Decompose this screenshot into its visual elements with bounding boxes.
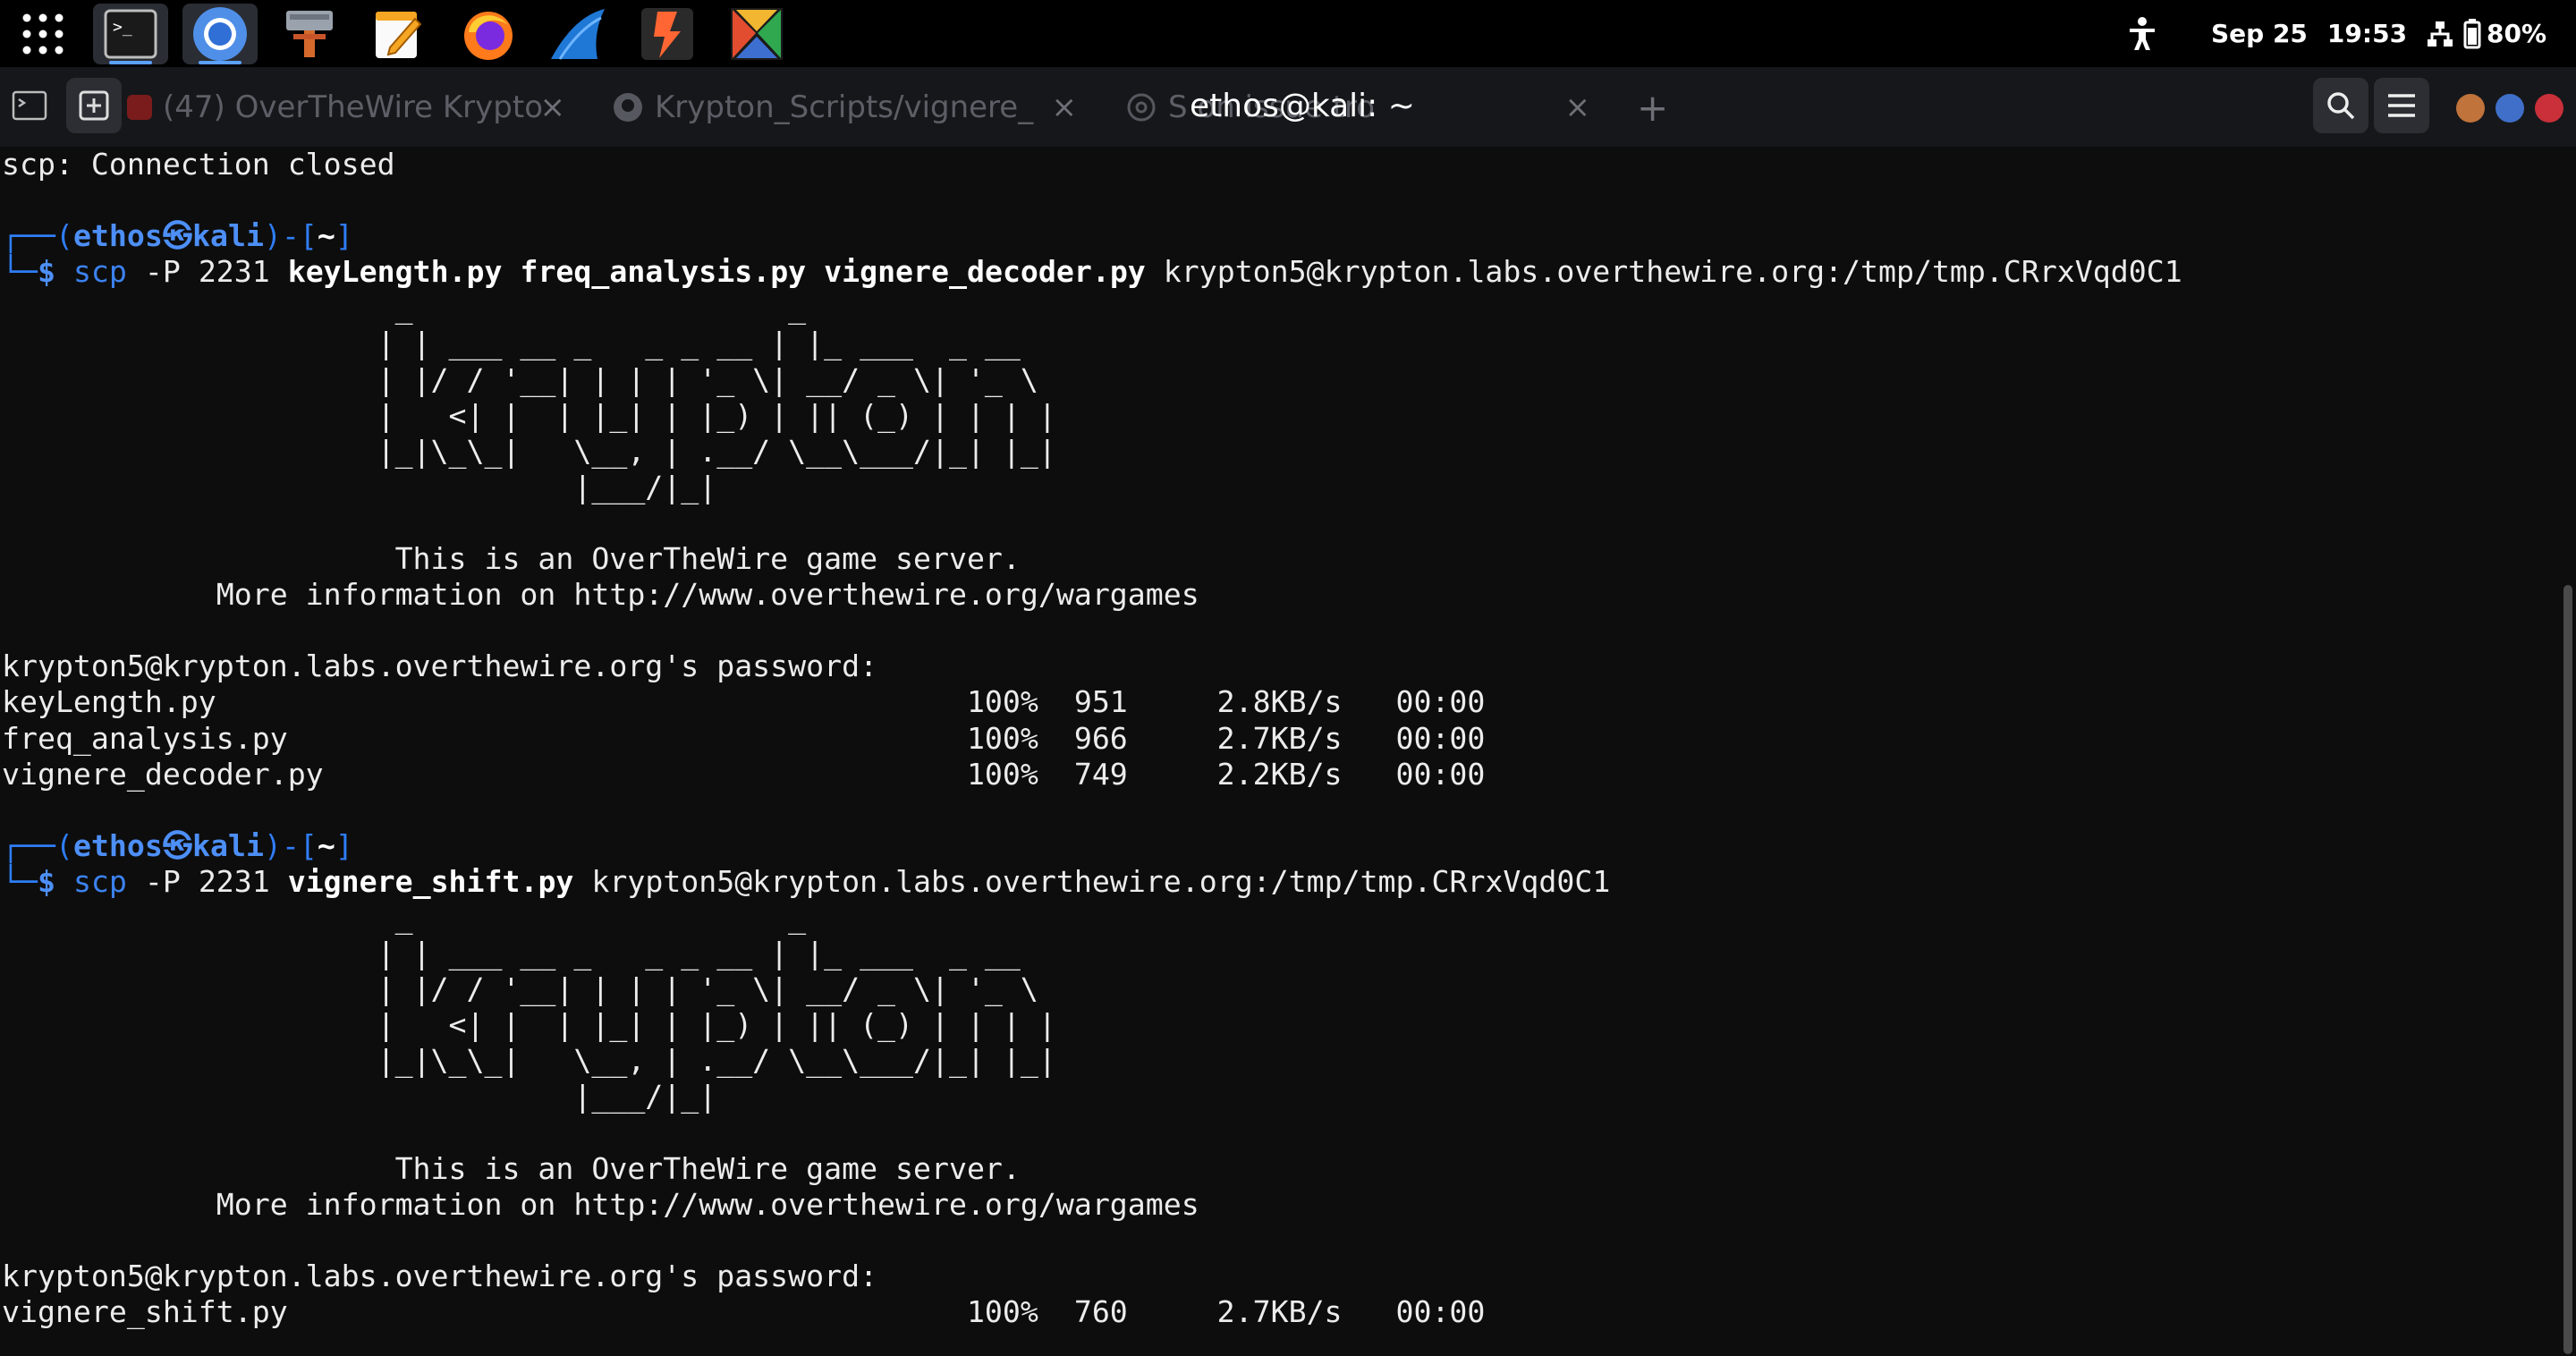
burpsuite-icon[interactable] xyxy=(630,4,705,64)
banner-line: | <| | | |_| | |_) | || (_) | | | | xyxy=(2,1007,1056,1043)
firefox-icon[interactable] xyxy=(451,4,526,64)
command-line: └─$ scp -P 2231 keyLength.py freq_analys… xyxy=(2,254,2182,290)
clock[interactable]: Sep 25 19:53 xyxy=(2211,0,2407,67)
banner-line: _ _ xyxy=(2,899,807,935)
banner-line: More information on http://www.overthewi… xyxy=(2,1186,1199,1222)
command-line: └─$ scp -P 2231 vignere_shift.py krypton… xyxy=(2,863,1611,899)
date-label: Sep 25 xyxy=(2211,19,2308,48)
svg-text:>_: >_ xyxy=(113,18,132,37)
prompt-line: ┌──(ethos㉿kali)-[~] xyxy=(2,827,353,863)
hamburger-menu-icon[interactable] xyxy=(2374,78,2429,133)
transfer-row: keyLength.py 100% 951 2.8KB/s 00:00 xyxy=(2,684,1486,720)
terminal-output[interactable]: scp: Connection closed ┌──(ethos㉿kali)-[… xyxy=(0,147,2576,1356)
banner-line: More information on http://www.overthewi… xyxy=(2,577,1199,613)
terminal-small-icon[interactable] xyxy=(2,78,57,133)
banner-line: | |/ / '__| | | | '_ \| __/ _ \| '_ \ xyxy=(2,361,1038,397)
accessibility-icon[interactable] xyxy=(2127,0,2157,67)
tab-label: Krypton_Scripts/vignere_ xyxy=(655,89,1034,125)
terminal-text: scp: Connection closed ┌──(ethos㉿kali)-[… xyxy=(2,147,2182,1330)
youtube-icon xyxy=(127,95,152,120)
transfer-row: vignere_decoder.py 100% 749 2.2KB/s 00:0… xyxy=(2,756,1486,792)
banner-line: | <| | | |_| | |_) | || (_) | | | | xyxy=(2,397,1056,433)
output-line: scp: Connection closed xyxy=(2,147,395,182)
banner-line: |___/|_| xyxy=(2,1079,717,1114)
maximize-button[interactable] xyxy=(2496,94,2524,123)
prompt-line: ┌──(ethos㉿kali)-[~] xyxy=(2,218,353,254)
terminal-app-icon[interactable]: >_ xyxy=(93,4,168,64)
banner-line: |_|\_\_| \__, | .__/ \__\___/|_| |_| xyxy=(2,433,1056,469)
settings-tool-icon[interactable] xyxy=(272,4,347,64)
minimize-button[interactable] xyxy=(2456,94,2485,123)
banner-line: _ _ xyxy=(2,290,807,326)
wireshark-icon[interactable] xyxy=(540,4,615,64)
network-icon xyxy=(2426,20,2454,48)
transfer-row: freq_analysis.py 100% 966 2.7KB/s 00:00 xyxy=(2,720,1486,756)
search-icon[interactable] xyxy=(2313,78,2368,133)
system-status[interactable]: 80% xyxy=(2426,0,2546,67)
scrollbar[interactable] xyxy=(2563,585,2572,1354)
tab-label: (47) OverTheWire Krypto xyxy=(163,89,543,125)
banner-line: | | ___ __ _ _ _ __ | |_ ___ _ __ xyxy=(2,326,1021,361)
github-icon xyxy=(612,91,644,123)
battery-percent: 80% xyxy=(2487,19,2547,48)
close-button[interactable] xyxy=(2535,94,2563,123)
password-prompt: krypton5@krypton.labs.overthewire.org's … xyxy=(2,1258,878,1293)
banner-line: This is an OverTheWire game server. xyxy=(2,1150,1021,1186)
text-editor-icon[interactable] xyxy=(361,4,436,64)
close-icon[interactable]: × xyxy=(1052,89,1078,125)
terminal-headerbar: (47) OverTheWire Krypto × Krypton_Script… xyxy=(0,67,2576,147)
apps-grid-icon[interactable] xyxy=(5,4,80,64)
banner-line: |___/|_| xyxy=(2,469,717,504)
password-prompt: krypton5@krypton.labs.overthewire.org's … xyxy=(2,648,878,684)
window-title: ethos@kali: ~ xyxy=(1190,88,1415,124)
banner-line: | |/ / '__| | | | '_ \| __/ _ \| '_ \ xyxy=(2,971,1038,1007)
close-icon[interactable]: × xyxy=(540,89,566,125)
banner-line: |_|\_\_| \__, | .__/ \__\___/|_| |_| xyxy=(2,1043,1056,1079)
battery-icon xyxy=(2463,18,2481,49)
maltego-icon[interactable] xyxy=(719,4,794,64)
tab-github[interactable]: Krypton_Scripts/vignere_ × xyxy=(612,80,1077,135)
time-label: 19:53 xyxy=(2326,19,2408,48)
add-tab-button[interactable]: + xyxy=(1637,80,1673,135)
new-tab-icon[interactable] xyxy=(66,78,122,133)
transfer-row: vignere_shift.py 100% 760 2.7KB/s 00:00 xyxy=(2,1294,1486,1329)
close-icon[interactable]: × xyxy=(1565,89,1591,125)
banner-line: This is an OverTheWire game server. xyxy=(2,541,1021,577)
banner-line: | | ___ __ _ _ _ __ | |_ ___ _ __ xyxy=(2,936,1021,971)
top-panel: >_ Sep 25 19:53 80% xyxy=(0,0,2576,67)
tab-overthewire[interactable]: (47) OverTheWire Krypto × xyxy=(127,80,565,135)
chatgpt-icon xyxy=(1125,91,1157,123)
chromium-icon[interactable] xyxy=(182,4,258,64)
